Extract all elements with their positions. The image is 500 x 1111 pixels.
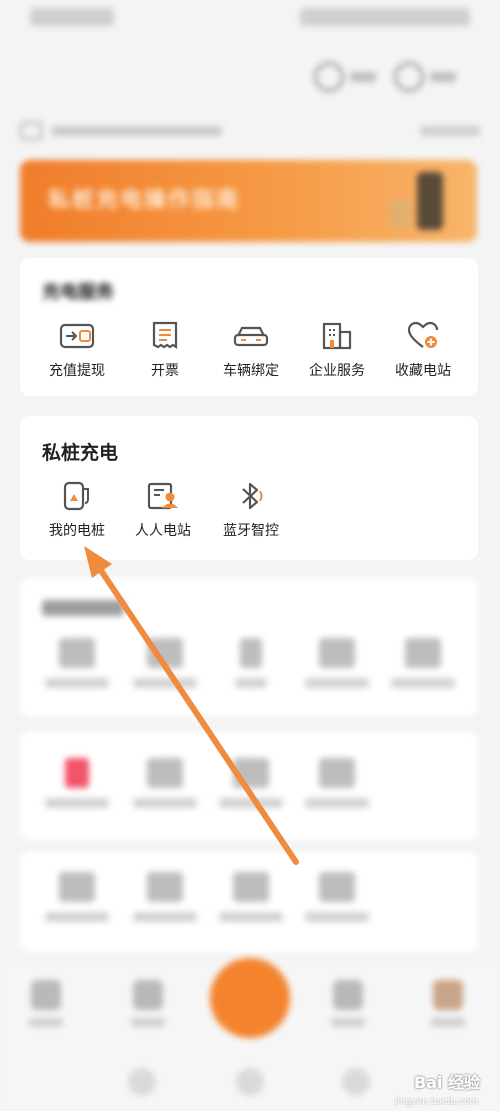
watermark-url: jingyan.baidu.com	[394, 1097, 478, 1107]
watermark-brand: Bai 经验	[413, 1073, 480, 1092]
annotation-arrow	[84, 546, 299, 865]
